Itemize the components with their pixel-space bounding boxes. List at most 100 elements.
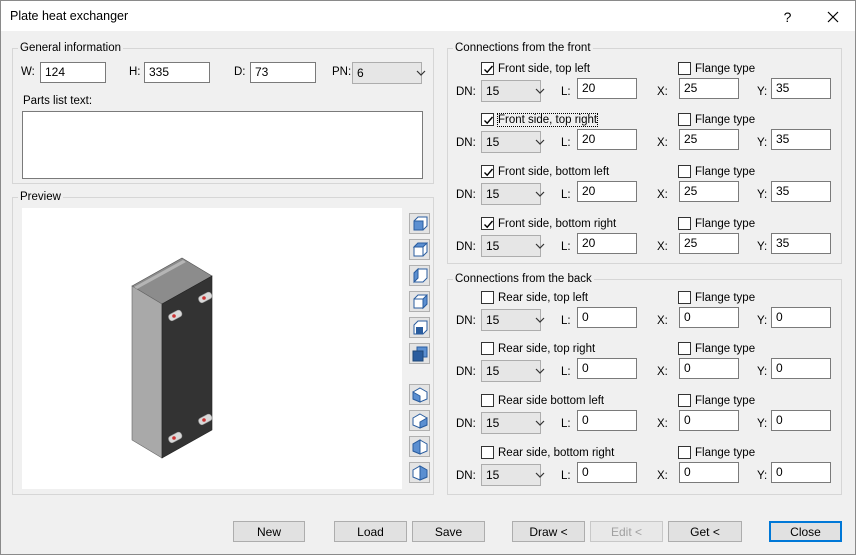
dn-label: DN: [456,241,476,253]
back-connection-3-label: Rear side bottom left [498,394,605,407]
front-connection-1-y-input[interactable]: 35 [771,78,831,99]
front-connection-3-y-input[interactable]: 35 [771,181,831,202]
front-connection-4-l-input[interactable]: 20 [577,233,637,254]
front-connection-3-flange-checkbox[interactable]: Flange type [678,165,755,178]
back-connection-3-checkbox[interactable]: Rear side bottom left [481,394,604,407]
back-connection-3-y-input[interactable]: 0 [771,410,831,431]
front-connection-4-checkbox[interactable]: Front side, bottom right [481,217,616,230]
front-connection-3-x-input[interactable]: 25 [679,181,739,202]
front-connection-2-l-input[interactable]: 20 [577,129,637,150]
front-connection-4-y-input[interactable]: 35 [771,233,831,254]
w-input[interactable]: 124 [40,62,106,83]
view-bottom-button[interactable] [409,343,430,364]
back-connection-2-flange-checkbox[interactable]: Flange type [678,342,755,355]
help-button[interactable]: ? [765,2,810,31]
back-connection-3-flange-checkbox[interactable]: Flange type [678,394,755,407]
draw-button[interactable]: Draw < [512,521,585,542]
front-connection-4-flange-checkbox[interactable]: Flange type [678,217,755,230]
back-connection-2-dn-select[interactable]: 15 [481,360,545,382]
front-connection-3-dn-select[interactable]: 15 [481,183,545,205]
load-button[interactable]: Load [334,521,407,542]
front-connection-2-dn-select[interactable]: 15 [481,131,545,153]
dn-value: 15 [486,364,500,378]
back-connection-1-y-input[interactable]: 0 [771,307,831,328]
preview-canvas[interactable] [22,208,402,489]
checkbox-box [481,446,494,459]
back-connection-2-label: Rear side, top right [498,342,596,355]
pn-select[interactable]: 6 [352,62,426,84]
front-connection-2-checkbox[interactable]: Front side, top right [481,112,599,127]
x-label: X: [657,86,668,98]
iso-view-3-button[interactable] [409,436,430,457]
back-connection-2-checkbox[interactable]: Rear side, top right [481,342,595,355]
view-top-button[interactable] [409,317,430,338]
close-window-button[interactable] [810,2,855,31]
view-front-icon [413,216,427,230]
back-connection-1-x-input[interactable]: 0 [679,307,739,328]
back-connection-4-l-input[interactable]: 0 [577,462,637,483]
view-front-button[interactable] [409,213,430,234]
back-connection-4-dn-select[interactable]: 15 [481,464,545,486]
back-connection-1-dn-select[interactable]: 15 [481,309,545,331]
front-connection-1-x-input[interactable]: 25 [679,78,739,99]
back-connection-2-x-input[interactable]: 0 [679,358,739,379]
dn-value: 15 [486,187,500,201]
new-button[interactable]: New [233,521,305,542]
get-button[interactable]: Get < [668,521,742,542]
back-connection-2-y-input[interactable]: 0 [771,358,831,379]
y-label: Y: [757,241,768,253]
front-connection-3-label: Front side, bottom left [498,165,610,178]
back-connection-3-x-input[interactable]: 0 [679,410,739,431]
pn-label: PN: [332,66,352,78]
y-label: Y: [757,470,768,482]
view-right-button[interactable] [409,291,430,312]
check-icon [481,62,494,75]
front-connection-1-checkbox[interactable]: Front side, top left [481,62,590,75]
back-connection-4-flange-checkbox[interactable]: Flange type [678,446,755,459]
checkbox-box [678,113,691,126]
dn-value: 15 [486,84,500,98]
back-connection-1-flange-checkbox[interactable]: Flange type [678,291,755,304]
save-button[interactable]: Save [412,521,485,542]
front-connection-1-l-input[interactable]: 20 [577,78,637,99]
iso-view-4-icon [412,464,427,481]
front-connection-2-flange-checkbox[interactable]: Flange type [678,113,755,126]
back-connection-4-checkbox[interactable]: Rear side, bottom right [481,446,614,459]
view-back-button[interactable] [409,239,430,260]
parts-list-textarea[interactable] [22,111,423,179]
iso-view-4-button[interactable] [409,462,430,483]
front-connections-label: Connections from the front [453,42,593,54]
back-connection-1-checkbox[interactable]: Rear side, top left [481,291,588,304]
front-connection-4-x-input[interactable]: 25 [679,233,739,254]
edit-button[interactable]: Edit < [590,521,663,542]
d-input[interactable]: 73 [250,62,316,83]
iso-view-1-button[interactable] [409,384,430,405]
front-connection-3-l-input[interactable]: 20 [577,181,637,202]
view-bottom-icon [412,346,427,361]
dn-label: DN: [456,86,476,98]
flange-type-label: Flange type [695,217,756,230]
front-connection-1-dn-select[interactable]: 15 [481,80,545,102]
back-connection-4-y-input[interactable]: 0 [771,462,831,483]
back-connection-1-l-input[interactable]: 0 [577,307,637,328]
h-input[interactable]: 335 [144,62,210,83]
h-label: H: [129,66,141,78]
back-connection-2-l-input[interactable]: 0 [577,358,637,379]
front-connection-1-flange-checkbox[interactable]: Flange type [678,62,755,75]
checkbox-box [481,394,494,407]
w-label: W: [21,66,35,78]
iso-view-2-button[interactable] [409,410,430,431]
front-connection-2-y-input[interactable]: 35 [771,129,831,150]
y-label: Y: [757,315,768,327]
l-label: L: [561,189,571,201]
view-left-button[interactable] [409,265,430,286]
back-connection-3-dn-select[interactable]: 15 [481,412,545,434]
front-connection-3-checkbox[interactable]: Front side, bottom left [481,165,609,178]
back-connection-3-l-input[interactable]: 0 [577,410,637,431]
back-connection-4-x-input[interactable]: 0 [679,462,739,483]
d-label: D: [234,66,246,78]
close-button[interactable]: Close [769,521,842,542]
front-connection-4-dn-select[interactable]: 15 [481,235,545,257]
front-connection-2-x-input[interactable]: 25 [679,129,739,150]
view-right-icon [413,293,427,309]
